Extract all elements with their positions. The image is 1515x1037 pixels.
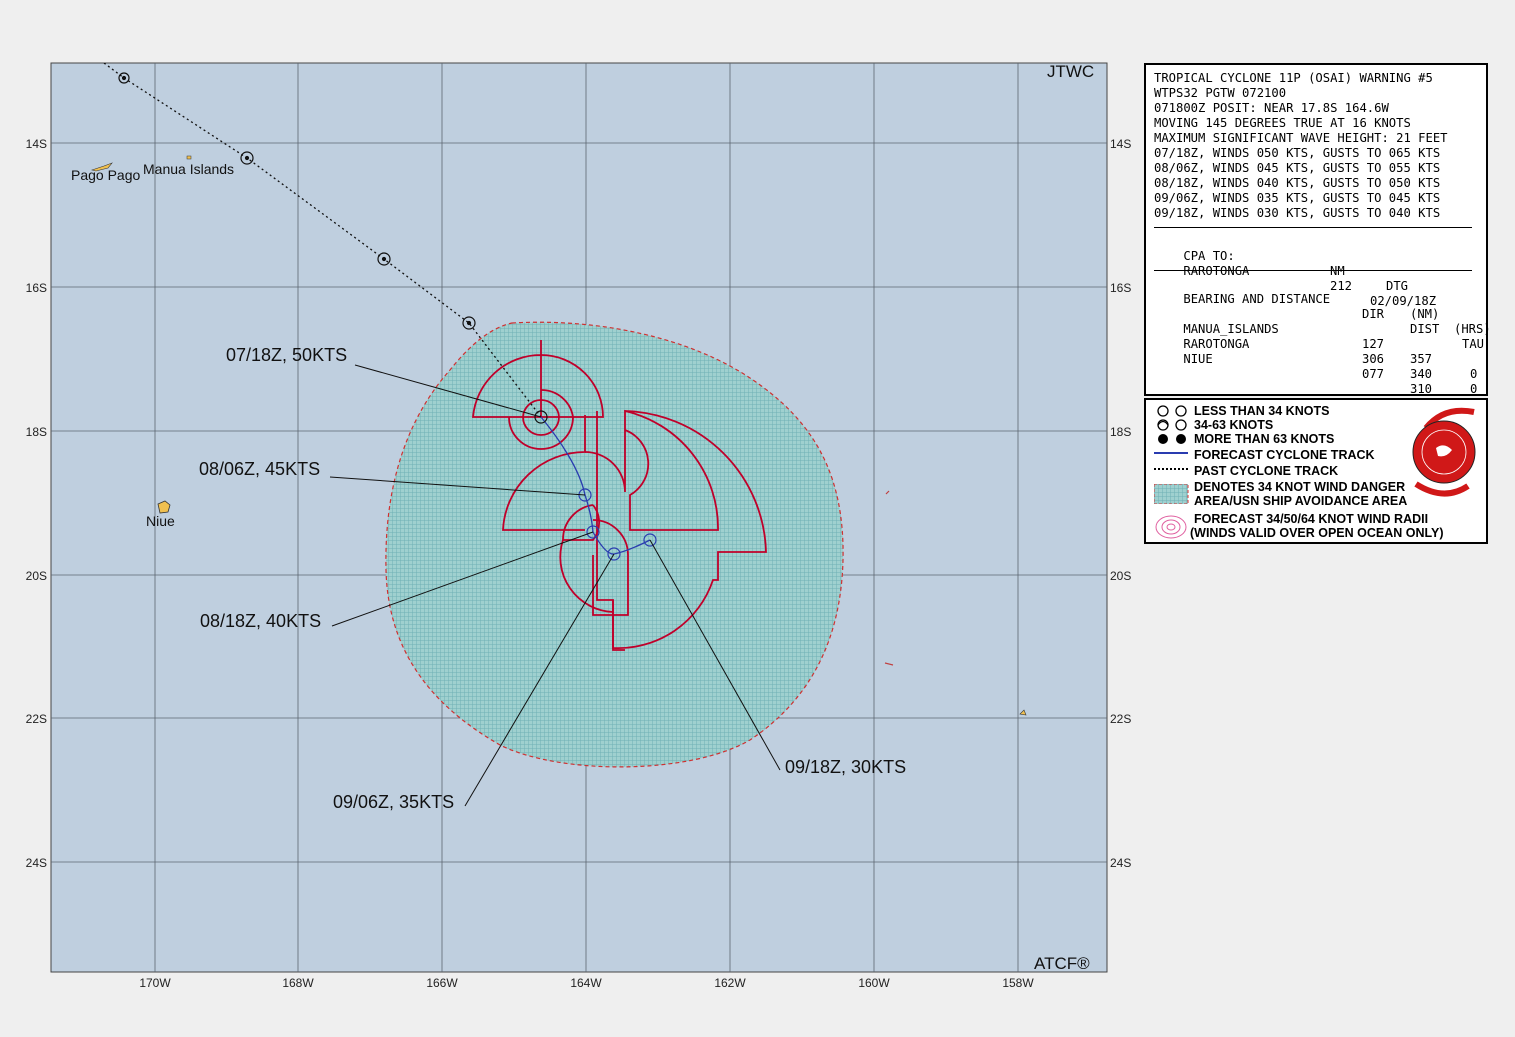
forecast-track-icon xyxy=(1154,452,1188,454)
legend-danger-area-2: AREA/USN SHIP AVOIDANCE AREA xyxy=(1194,494,1408,508)
warning-line: MAXIMUM SIGNIFICANT WAVE HEIGHT: 21 FEET xyxy=(1154,131,1448,145)
agency-label: JTWC xyxy=(1047,62,1094,81)
lat-tick-labels-right: 14S 16S 18S 20S 22S 24S xyxy=(1110,137,1131,870)
past-track-icon xyxy=(1154,468,1188,470)
forecast-label-0918: 09/18Z, 30KTS xyxy=(785,757,906,777)
place-manua-islands: Manua Islands xyxy=(143,161,234,177)
manua-island xyxy=(186,155,192,160)
lat-tick: 24S xyxy=(26,856,47,870)
forecast-label-0906: 09/06Z, 35KTS xyxy=(333,792,454,812)
warning-panel: TROPICAL CYCLONE 11P (OSAI) WARNING #5 W… xyxy=(1144,63,1491,411)
legend-wind-radii-1: FORECAST 34/50/64 KNOT WIND RADII xyxy=(1194,512,1429,526)
forecast-label-0718: 07/18Z, 50KTS xyxy=(226,345,347,365)
legend-less-than-34: LESS THAN 34 KNOTS xyxy=(1194,404,1330,418)
warning-line: 09/06Z, WINDS 035 KTS, GUSTS TO 045 KTS xyxy=(1154,191,1441,205)
divider xyxy=(1154,227,1472,228)
bearing-tau: 0 xyxy=(1470,367,1478,381)
lon-tick: 158W xyxy=(1002,976,1034,990)
lat-tick: 22S xyxy=(26,712,47,726)
lon-tick: 160W xyxy=(858,976,890,990)
jtwc-logo-icon xyxy=(1412,407,1476,497)
bearing-tau: 0 xyxy=(1470,382,1478,396)
bearing-subheader: (NM) (HRS) xyxy=(1154,292,1491,336)
warning-line: 09/18Z, WINDS 030 KTS, GUSTS TO 040 KTS xyxy=(1154,206,1441,220)
lat-tick: 18S xyxy=(26,425,47,439)
lat-tick: 14S xyxy=(1110,137,1131,151)
bearing-dir: 306 xyxy=(1362,352,1385,366)
bearing-header: BEARING AND DISTANCE DIR DIST TAU xyxy=(1154,277,1486,351)
footer-label: ATCF® xyxy=(1034,954,1090,973)
lon-tick: 162W xyxy=(714,976,746,990)
lat-tick: 20S xyxy=(1110,569,1131,583)
danger-area-icon xyxy=(1154,484,1189,504)
lat-tick: 20S xyxy=(26,569,47,583)
lat-tick: 24S xyxy=(1110,856,1131,870)
legend-wind-radii-2: (WINDS VALID OVER OPEN OCEAN ONLY) xyxy=(1190,526,1444,540)
legend-34-63: 34-63 KNOTS xyxy=(1194,418,1274,432)
lon-tick-labels: 170W 168W 166W 164W 162W 160W 158W xyxy=(139,976,1034,990)
34-63-knots-icon xyxy=(1157,419,1187,431)
warning-line: TROPICAL CYCLONE 11P (OSAI) WARNING #5 xyxy=(1154,71,1433,85)
bearing-dist: 357 xyxy=(1410,352,1433,366)
lon-tick: 170W xyxy=(139,976,171,990)
lat-tick: 16S xyxy=(26,281,47,295)
less-than-34-icon xyxy=(1157,405,1187,417)
lat-tick: 18S xyxy=(1110,425,1131,439)
lon-tick: 164W xyxy=(570,976,602,990)
warning-line: WTPS32 PGTW 072100 xyxy=(1154,86,1287,100)
legend-panel: LESS THAN 34 KNOTS 34-63 KNOTS MORE THAN… xyxy=(1144,398,1488,544)
bearing-row: MANUA_ISLANDS 127 357 0 xyxy=(1154,307,1486,381)
legend-danger-area-1: DENOTES 34 KNOT WIND DANGER xyxy=(1194,480,1406,494)
lat-tick: 16S xyxy=(1110,281,1131,295)
warning-line: MOVING 145 DEGREES TRUE AT 16 KNOTS xyxy=(1154,116,1411,130)
warning-line: 07/18Z, WINDS 050 KTS, GUSTS TO 065 KTS xyxy=(1154,146,1441,160)
lat-tick: 22S xyxy=(1110,712,1131,726)
bearing-dist: 340 xyxy=(1410,367,1433,381)
lon-tick: 166W xyxy=(426,976,458,990)
place-niue: Niue xyxy=(146,513,175,529)
legend-more-than-63: MORE THAN 63 KNOTS xyxy=(1194,432,1335,446)
legend-past-track: PAST CYCLONE TRACK xyxy=(1194,464,1339,478)
cpa-row: RAROTONGA 212 02/09/18Z xyxy=(1154,249,1486,308)
more-than-63-icon xyxy=(1158,434,1186,444)
lon-tick: 168W xyxy=(282,976,314,990)
bearing-place: NIUE xyxy=(1183,352,1213,366)
forecast-label-0818: 08/18Z, 40KTS xyxy=(200,611,321,631)
bearing-row: RAROTONGA 306 340 0 xyxy=(1154,322,1486,396)
legend-forecast-track: FORECAST CYCLONE TRACK xyxy=(1194,448,1375,462)
bearing-dir: 077 xyxy=(1362,367,1385,381)
bearing-row: NIUE 077 310 0 xyxy=(1154,337,1486,411)
warning-line: 071800Z POSIT: NEAR 17.8S 164.6W xyxy=(1154,101,1389,115)
warning-line: 08/06Z, WINDS 045 KTS, GUSTS TO 055 KTS xyxy=(1154,161,1441,175)
lat-tick: 14S xyxy=(26,137,47,151)
lat-tick-labels-left: 14S 16S 18S 20S 22S 24S xyxy=(26,137,47,870)
cpa-header: CPA TO: NM DTG xyxy=(1154,234,1486,293)
forecast-label-0806: 08/06Z, 45KTS xyxy=(199,459,320,479)
wind-radii-icon xyxy=(1155,515,1187,539)
warning-line: 08/18Z, WINDS 040 KTS, GUSTS TO 050 KTS xyxy=(1154,176,1441,190)
bearing-dist: 310 xyxy=(1410,382,1433,396)
place-pago-pago: Pago Pago xyxy=(71,167,140,183)
cpa-place: RAROTONGA xyxy=(1183,264,1250,278)
